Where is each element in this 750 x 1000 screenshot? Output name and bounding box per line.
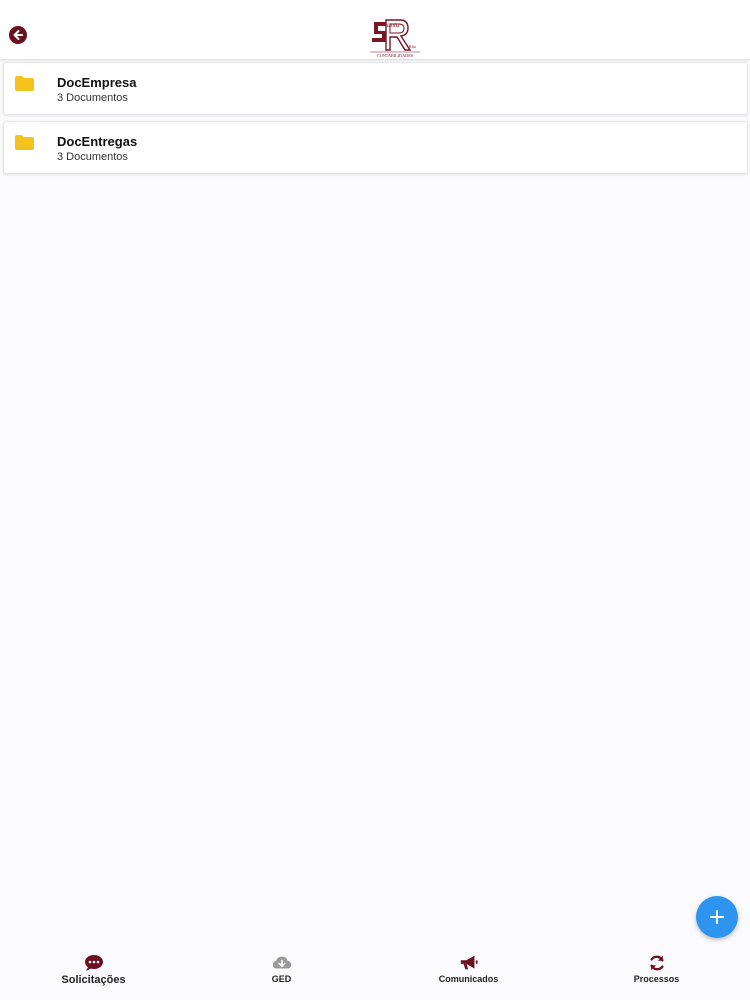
app-root: anta Rita CONTABILIDADES DocEmpresa 3 Do… <box>0 0 750 1000</box>
folder-icon <box>15 76 34 91</box>
nav-label: Processos <box>633 974 680 984</box>
back-button[interactable] <box>9 26 27 44</box>
logo-text-small: Rita <box>409 44 416 49</box>
folder-item-docempresa[interactable]: DocEmpresa 3 Documentos <box>3 62 748 115</box>
add-button[interactable] <box>696 896 738 938</box>
plus-icon <box>710 910 724 924</box>
arrow-left-icon <box>13 30 23 40</box>
megaphone-icon <box>460 955 478 970</box>
bottom-navigation: Solicitações GED Comunicados Processos <box>0 945 750 1000</box>
nav-item-solicitacoes[interactable]: Solicitações <box>0 945 187 1000</box>
nav-item-processos[interactable]: Processos <box>563 945 750 1000</box>
nav-label: Solicitações <box>61 974 126 986</box>
folder-item-docentregas[interactable]: DocEntregas 3 Documentos <box>3 121 748 174</box>
folder-icon <box>15 135 34 150</box>
nav-item-comunicados[interactable]: Comunicados <box>375 945 562 1000</box>
company-logo: anta Rita CONTABILIDADES <box>370 19 420 58</box>
nav-item-ged[interactable]: GED <box>188 945 375 1000</box>
cloud-download-icon <box>272 956 291 969</box>
folder-name: DocEmpresa <box>57 75 137 90</box>
refresh-icon <box>649 955 664 971</box>
folder-document-count: 3 Documentos <box>57 92 128 104</box>
folder-name: DocEntregas <box>57 134 138 149</box>
app-header: anta Rita CONTABILIDADES <box>0 0 750 60</box>
logo-text-top: anta <box>387 21 400 29</box>
chat-icon <box>84 955 103 971</box>
nav-label: GED <box>271 974 292 984</box>
logo-text-bottom: CONTABILIDADES <box>377 53 414 58</box>
folder-document-count: 3 Documentos <box>57 151 128 163</box>
folder-list: DocEmpresa 3 Documentos DocEntregas 3 Do… <box>3 62 748 180</box>
nav-label: Comunicados <box>438 974 499 984</box>
